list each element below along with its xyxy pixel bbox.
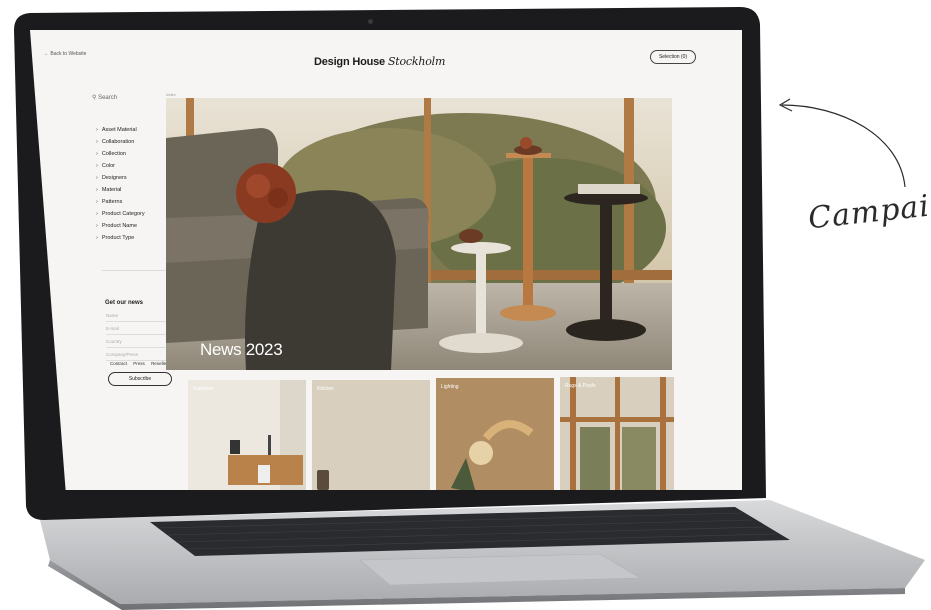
filter-label: Asset Material	[101, 127, 137, 133]
email-field[interactable]: E-mail	[106, 324, 172, 335]
chevron-right-icon: ›	[96, 139, 98, 145]
hero-photo	[166, 98, 672, 370]
search-field[interactable]: ⚲ Search	[92, 94, 117, 101]
filter-item[interactable]: › Designers	[96, 172, 145, 184]
rugs-poufs-photo	[560, 377, 674, 490]
brand-logo[interactable]: Design House Stockholm	[314, 55, 445, 68]
filter-label: Patterns	[101, 199, 123, 205]
filter-item[interactable]: › Product Type	[96, 232, 145, 244]
stage: Campai ← Back to Website Design House St…	[0, 0, 931, 610]
lighting-photo	[436, 378, 554, 490]
category-tile-kitchen[interactable]: Kitchen	[312, 380, 430, 490]
company-press-field[interactable]: Company/Press	[106, 350, 172, 361]
chevron-right-icon: ›	[96, 187, 98, 193]
category-tile-rugs-poufs[interactable]: Rugs & Poufs	[560, 377, 674, 490]
category-label: Lighting	[441, 384, 459, 390]
breadcrumb: Index	[166, 92, 176, 97]
newsletter-title: Get our news	[105, 300, 144, 306]
filter-label: Product Type	[101, 235, 135, 241]
filter-item[interactable]: › Asset Material	[96, 124, 145, 136]
chevron-right-icon: ›	[96, 151, 98, 157]
role-option-contract[interactable]: Contract	[110, 361, 127, 366]
filter-label: Product Name	[101, 223, 137, 229]
filter-item[interactable]: › Color	[96, 160, 145, 172]
site-header: ← Back to Website Design House Stockholm …	[30, 30, 742, 78]
filter-item[interactable]: › Collection	[96, 148, 145, 160]
filter-label: Collection	[101, 151, 126, 157]
filter-label: Product Category	[101, 211, 145, 217]
search-placeholder: Search	[98, 95, 118, 101]
category-label: Kitchen	[317, 386, 334, 392]
filter-item[interactable]: › Patterns	[96, 196, 145, 208]
role-option-press[interactable]: Press	[133, 361, 145, 366]
chevron-right-icon: ›	[96, 175, 98, 181]
chevron-right-icon: ›	[96, 223, 98, 229]
filter-item[interactable]: › Collaboration	[96, 136, 145, 148]
kitchen-photo	[312, 380, 430, 490]
chevron-right-icon: ›	[96, 127, 98, 133]
brand-script: Stockholm	[387, 55, 446, 68]
filter-list: › Asset Material › Collaboration › Collecti…	[96, 124, 145, 244]
category-tile-furniture[interactable]: Furniture	[188, 380, 306, 490]
hero-title: News 2023	[200, 340, 283, 359]
country-field[interactable]: Country	[106, 337, 172, 348]
category-label: Rugs & Poufs	[565, 383, 596, 389]
filter-label: Designers	[101, 175, 127, 181]
filter-label: Collaboration	[101, 139, 135, 145]
website-screen: ← Back to Website Design House Stockholm …	[30, 30, 742, 490]
filter-label: Color	[101, 163, 115, 169]
chevron-right-icon: ›	[96, 163, 98, 169]
name-field[interactable]: Name	[106, 311, 172, 322]
chevron-right-icon: ›	[96, 211, 98, 217]
selection-button[interactable]: Selection (0)	[650, 50, 696, 64]
chevron-right-icon: ›	[96, 235, 98, 241]
filter-item[interactable]: › Material	[96, 184, 145, 196]
filter-label: Material	[101, 187, 122, 193]
furniture-photo	[188, 380, 306, 490]
chevron-right-icon: ›	[96, 199, 98, 205]
hero-image[interactable]	[166, 98, 672, 370]
webcam	[368, 19, 373, 24]
brand-name: Design House	[314, 56, 385, 68]
category-label: Furniture	[193, 386, 214, 392]
back-to-website-link[interactable]: ← Back to Website	[44, 51, 86, 57]
category-tile-lighting[interactable]: Lighting	[436, 378, 554, 490]
subscribe-button[interactable]: Subscribe	[108, 372, 172, 386]
filter-item[interactable]: › Product Name	[96, 220, 145, 232]
sidebar-divider	[102, 270, 170, 271]
filter-item[interactable]: › Product Category	[96, 208, 145, 220]
